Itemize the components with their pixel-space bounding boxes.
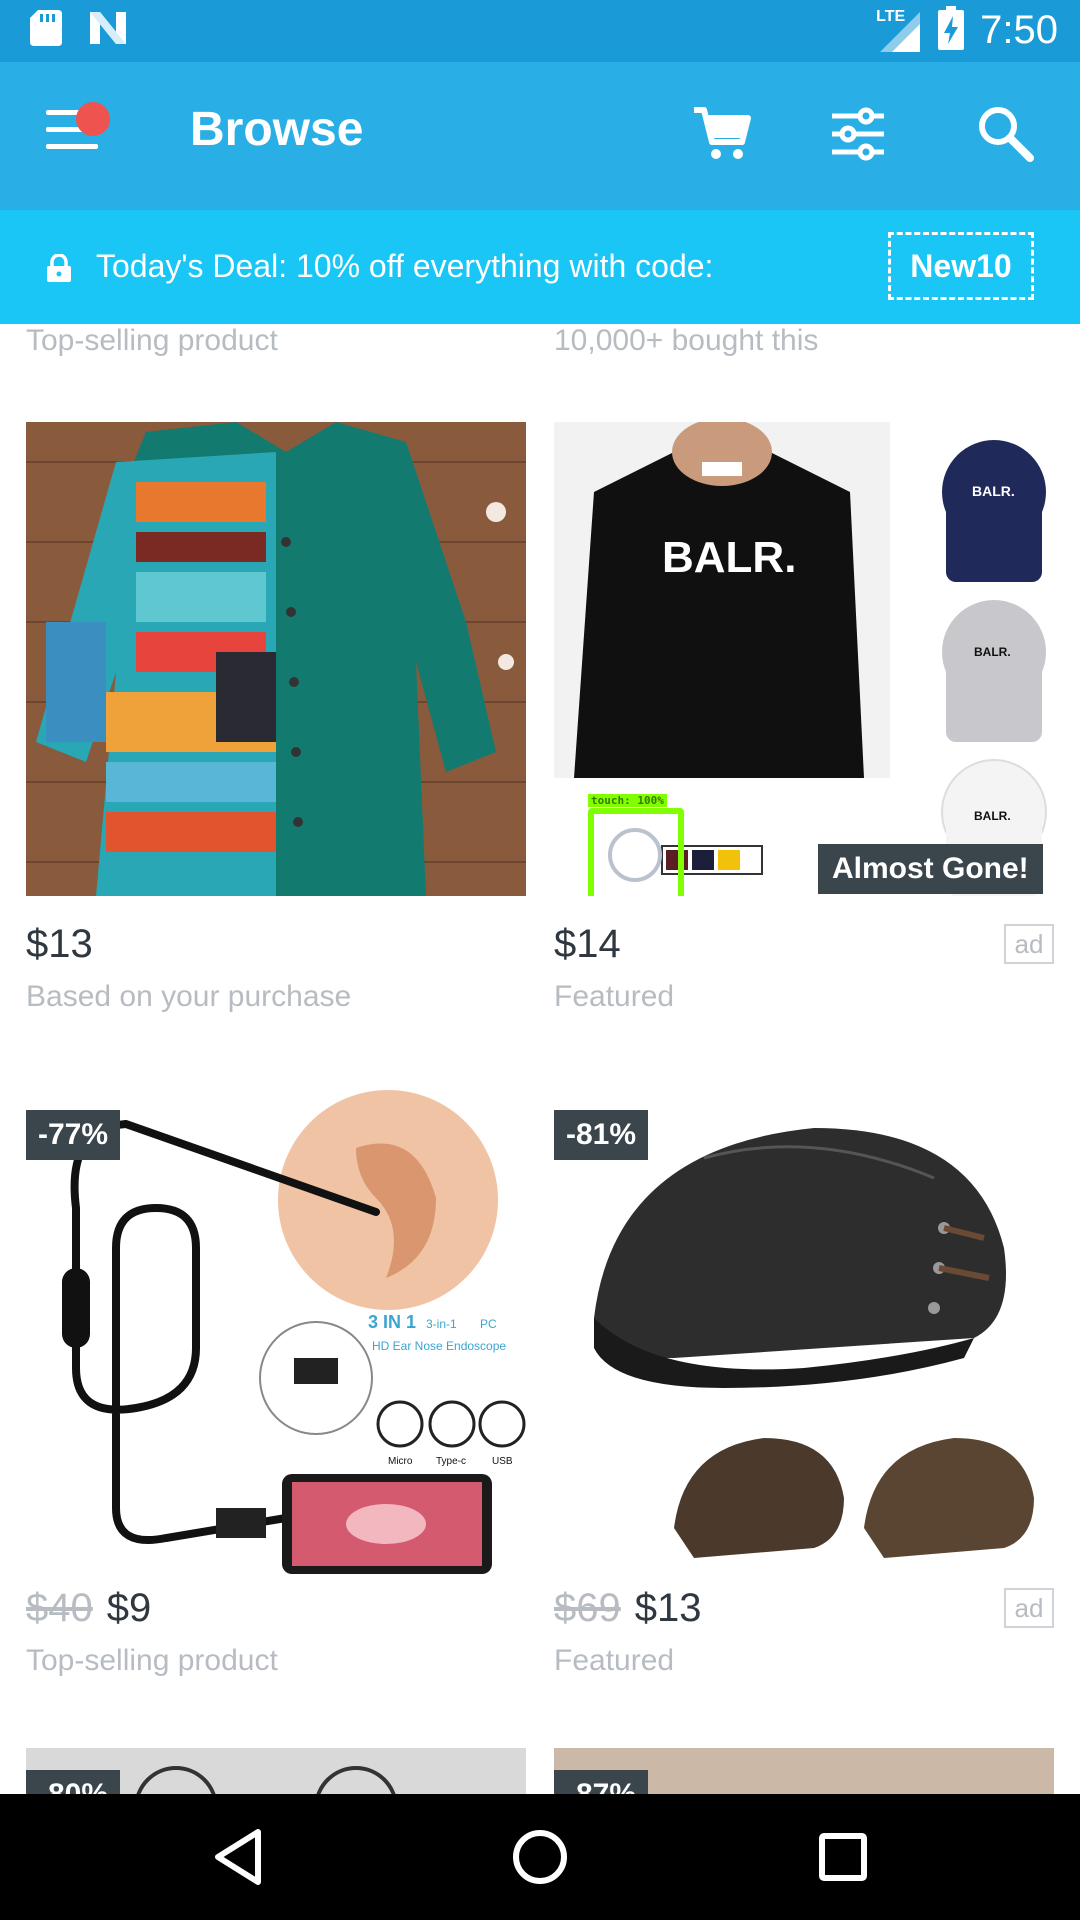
notification-dot [76, 102, 110, 136]
product-feed[interactable]: Top-selling product 10,000+ bought this … [0, 324, 1080, 1794]
clock: 7:50 [980, 8, 1058, 52]
product-price: $14 [554, 922, 621, 966]
product-image-leather-cap[interactable] [554, 1088, 1054, 1588]
original-price: $69 [554, 1586, 621, 1630]
product-caption: Based on your purchase [26, 980, 352, 1013]
lock-icon [46, 253, 72, 282]
svg-text:HD Ear Nose Endoscope: HD Ear Nose Endoscope [372, 1339, 506, 1353]
discount-badge: -77% [26, 1110, 121, 1160]
back-icon[interactable] [206, 1824, 272, 1890]
product-image-blouse[interactable] [26, 422, 526, 896]
svg-text:PC: PC [480, 1317, 497, 1331]
recents-icon[interactable] [810, 1824, 876, 1890]
deal-banner[interactable]: Today's Deal: 10% off everything with co… [0, 210, 1080, 324]
product-image-endoscope[interactable]: 3 IN 1 3-in-1 PC HD Ear Nose Endoscope M… [26, 1088, 526, 1588]
product-caption: 10,000+ bought this [554, 324, 819, 357]
original-price: $40 [26, 1586, 93, 1630]
svg-text:BALR.: BALR. [972, 483, 1015, 499]
svg-text:BALR.: BALR. [974, 645, 1011, 659]
product-caption: Top-selling product [26, 1644, 278, 1677]
discount-badge: -87% [554, 1770, 649, 1794]
product-caption: Featured [554, 1644, 675, 1677]
svg-text:Type-c: Type-c [436, 1456, 466, 1467]
svg-text:BALR.: BALR. [662, 533, 796, 582]
product-price: $40 $9 [26, 1586, 151, 1631]
product-caption: Featured [554, 980, 675, 1013]
sale-price: $13 [634, 1586, 702, 1630]
filter-icon[interactable] [826, 102, 890, 166]
almost-gone-badge: Almost Gone! [818, 844, 1043, 894]
product-caption: Top-selling product [26, 324, 278, 357]
ad-badge: ad [1004, 924, 1054, 964]
sd-card-icon [30, 10, 62, 51]
network-type-label: LTE [876, 7, 906, 25]
svg-text:3-in-1: 3-in-1 [426, 1317, 457, 1331]
discount-badge: -81% [554, 1110, 649, 1160]
app-bar: Browse [0, 62, 1080, 210]
product-image-hoodie[interactable]: BALR. BALR. BALR. BALR. touch: 100% [554, 422, 1054, 896]
home-icon[interactable] [507, 1824, 573, 1890]
svg-text:Micro: Micro [388, 1456, 413, 1467]
svg-text:3 IN 1: 3 IN 1 [368, 1312, 416, 1332]
lte-signal-icon: LTE [872, 8, 922, 54]
page-title: Browse [190, 103, 364, 156]
promo-code[interactable]: New10 [888, 232, 1034, 300]
touch-label: touch: 100% [588, 794, 667, 807]
svg-text:USB: USB [492, 1456, 513, 1467]
sale-price: $9 [106, 1586, 152, 1630]
svg-text:BALR.: BALR. [974, 809, 1011, 823]
discount-badge: -80% [26, 1770, 121, 1794]
search-icon[interactable] [974, 102, 1038, 166]
product-price: $13 [26, 922, 93, 966]
deal-text: Today's Deal: 10% off everything with co… [96, 248, 714, 284]
product-price: $69 $13 [554, 1586, 702, 1631]
touch-indicator [588, 808, 684, 896]
battery-charging-icon [938, 6, 965, 55]
n-notification-icon [88, 10, 128, 51]
system-nav-bar [0, 1794, 1080, 1920]
cart-icon[interactable] [690, 102, 754, 166]
touch-circle [608, 828, 662, 882]
status-bar: LTE 7:50 [0, 0, 1080, 62]
ad-badge: ad [1004, 1588, 1054, 1628]
